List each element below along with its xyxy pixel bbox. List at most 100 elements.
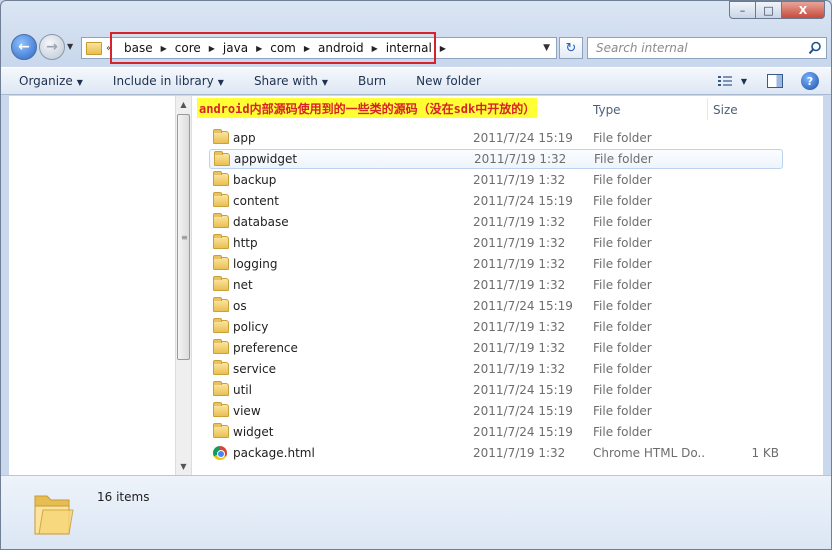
file-row[interactable]: net 2011/7/19 1:32 File folder <box>209 275 783 295</box>
file-row[interactable]: policy 2011/7/19 1:32 File folder <box>209 317 783 337</box>
file-row[interactable]: view 2011/7/24 15:19 File folder <box>209 401 783 421</box>
file-row[interactable]: content 2011/7/24 15:19 File folder <box>209 191 783 211</box>
scroll-down-icon[interactable]: ▼ <box>176 458 191 475</box>
file-name: os <box>233 299 247 313</box>
navigation-row: ← → ▼ « base ▶ core ▶ java ▶ com ▶ android ▶ inter… <box>9 31 827 64</box>
file-name: service <box>233 362 276 376</box>
forward-button[interactable]: → <box>39 34 65 60</box>
view-options-icon[interactable] <box>717 74 733 88</box>
folder-icon <box>213 276 229 291</box>
scroll-up-icon[interactable]: ▲ <box>176 96 191 113</box>
folder-icon <box>213 129 229 144</box>
chevron-right-icon[interactable]: ▶ <box>368 44 382 53</box>
file-name: net <box>233 278 253 292</box>
file-name: view <box>233 404 261 418</box>
breadcrumb-item-com[interactable]: com <box>266 41 300 55</box>
back-button[interactable]: ← <box>11 34 37 60</box>
file-row[interactable]: app 2011/7/24 15:19 File folder <box>209 128 783 148</box>
file-name: database <box>233 215 289 229</box>
file-row[interactable]: util 2011/7/24 15:19 File folder <box>209 380 783 400</box>
file-type: File folder <box>593 173 652 187</box>
folder-icon <box>86 41 102 55</box>
navigation-scrollbar[interactable]: ▲ ≡ ▼ <box>175 96 192 475</box>
date-modified: 2011/7/19 1:32 <box>473 362 566 376</box>
address-history-dropdown[interactable]: ▼ <box>543 43 550 53</box>
breadcrumb-item-core[interactable]: core <box>171 41 205 55</box>
command-bar: Organize ▼ Include in library ▼ Share with… <box>1 67 831 95</box>
file-row[interactable]: os 2011/7/24 15:19 File folder <box>209 296 783 316</box>
file-type: File folder <box>593 341 652 355</box>
file-row[interactable]: service 2011/7/19 1:32 File folder <box>209 359 783 379</box>
search-input[interactable]: Search internal <box>587 37 827 59</box>
date-modified: 2011/7/19 1:32 <box>473 446 566 460</box>
file-name: content <box>233 194 279 208</box>
include-in-library-button[interactable]: Include in library ▼ <box>113 74 224 88</box>
date-modified: 2011/7/19 1:32 <box>473 320 566 334</box>
navigation-pane[interactable] <box>9 96 175 475</box>
breadcrumb-item-android[interactable]: android <box>314 41 368 55</box>
folder-icon <box>213 402 229 417</box>
new-folder-button[interactable]: New folder <box>416 74 481 88</box>
item-count: 16 items <box>97 490 150 504</box>
scrollbar-thumb[interactable]: ≡ <box>177 114 190 360</box>
minimize-button[interactable]: – <box>729 1 755 19</box>
date-modified: 2011/7/19 1:32 <box>473 278 566 292</box>
date-modified: 2011/7/19 1:32 <box>473 257 566 271</box>
chevron-right-icon[interactable]: ▶ <box>436 44 450 53</box>
column-size[interactable]: Size <box>713 103 738 117</box>
chevron-right-icon[interactable]: ▶ <box>252 44 266 53</box>
breadcrumb-item-base[interactable]: base <box>120 41 157 55</box>
file-row[interactable]: logging 2011/7/19 1:32 File folder <box>209 254 783 274</box>
folder-icon <box>213 192 229 207</box>
folder-icon <box>213 171 229 186</box>
breadcrumb: base ▶ core ▶ java ▶ com ▶ android ▶ internal ▶ <box>110 32 446 64</box>
file-name: util <box>233 383 252 397</box>
chevron-down-icon[interactable]: ▼ <box>741 77 747 86</box>
chevron-right-icon[interactable]: ▶ <box>205 44 219 53</box>
close-button[interactable]: X <box>781 1 825 19</box>
address-bar[interactable]: « base ▶ core ▶ java ▶ com ▶ android ▶ internal ▶ ▼ <box>81 32 557 64</box>
folder-icon <box>213 297 229 312</box>
date-modified: 2011/7/24 15:19 <box>473 404 573 418</box>
search-icon[interactable] <box>808 41 822 55</box>
date-modified: 2011/7/24 15:19 <box>473 425 573 439</box>
maximize-button[interactable]: □ <box>755 1 781 19</box>
breadcrumb-item-internal[interactable]: internal <box>382 41 436 55</box>
file-name: appwidget <box>234 152 298 166</box>
chrome-icon <box>213 446 227 460</box>
burn-button[interactable]: Burn <box>358 74 386 88</box>
column-divider[interactable] <box>707 98 708 120</box>
date-modified: 2011/7/24 15:19 <box>473 131 573 145</box>
file-row[interactable]: preference 2011/7/19 1:32 File folder <box>209 338 783 358</box>
folder-icon <box>214 151 230 166</box>
recent-pages-dropdown[interactable]: ▼ <box>67 42 73 51</box>
view-controls: ▼ ? <box>717 72 819 90</box>
folder-icon <box>213 339 229 354</box>
date-modified: 2011/7/24 15:19 <box>473 194 573 208</box>
caption-buttons: – □ X <box>729 1 825 19</box>
file-name: preference <box>233 341 298 355</box>
file-row[interactable]: backup 2011/7/19 1:32 File folder <box>209 170 783 190</box>
chevron-right-icon[interactable]: ▶ <box>300 44 314 53</box>
chevron-down-icon: ▼ <box>76 78 83 87</box>
file-row[interactable]: database 2011/7/19 1:32 File folder <box>209 212 783 232</box>
organize-button[interactable]: Organize ▼ <box>19 74 83 88</box>
file-row[interactable]: package.html 2011/7/19 1:32 Chrome HTML Do… <box>209 443 783 463</box>
refresh-button[interactable]: ↻ <box>559 37 583 59</box>
breadcrumb-item-java[interactable]: java <box>219 41 252 55</box>
file-list: Type Size android内部源码使用到的一些类的源码（没在sdk中开放… <box>193 96 823 475</box>
column-type[interactable]: Type <box>593 103 621 117</box>
file-type: File folder <box>593 404 652 418</box>
share-with-button[interactable]: Share with ▼ <box>254 74 328 88</box>
file-row[interactable]: widget 2011/7/24 15:19 File folder <box>209 422 783 442</box>
chevron-right-icon[interactable]: ▶ <box>157 44 171 53</box>
arrow-right-icon: → <box>46 39 58 55</box>
file-row[interactable]: appwidget 2011/7/19 1:32 File folder <box>209 149 783 169</box>
date-modified: 2011/7/19 1:32 <box>473 173 566 187</box>
help-icon[interactable]: ? <box>801 72 819 90</box>
file-row[interactable]: http 2011/7/19 1:32 File folder <box>209 233 783 253</box>
date-modified: 2011/7/24 15:19 <box>473 383 573 397</box>
preview-pane-icon[interactable] <box>767 74 783 88</box>
file-name: backup <box>233 173 277 187</box>
file-name: widget <box>233 425 274 439</box>
